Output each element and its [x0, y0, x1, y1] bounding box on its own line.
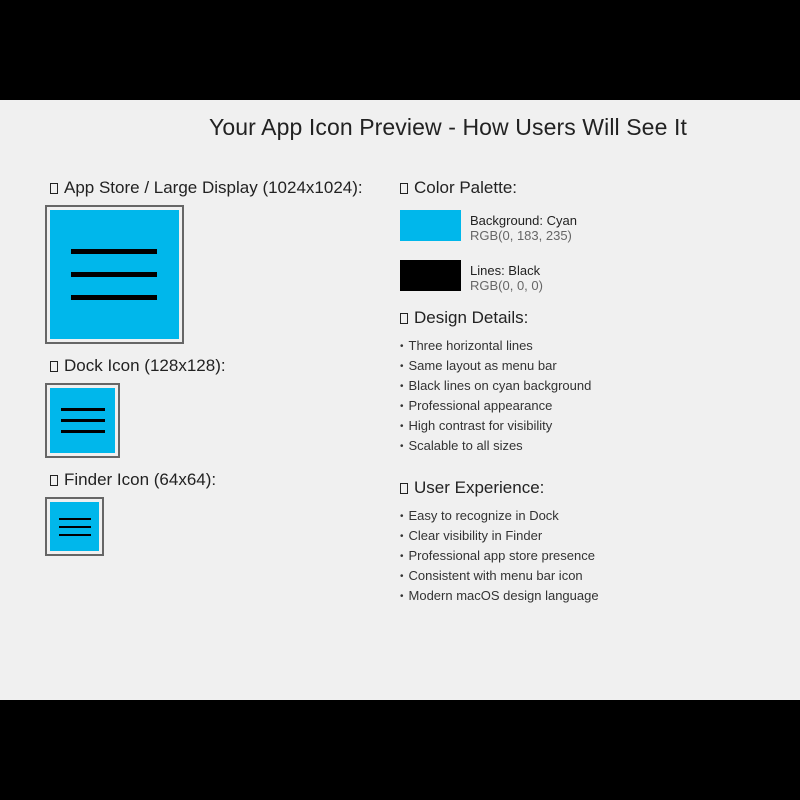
placeholder-glyph-icon	[400, 483, 408, 494]
icon-line	[59, 534, 91, 536]
placeholder-glyph-icon	[400, 183, 408, 194]
list-item: Three horizontal lines	[400, 336, 591, 356]
black-swatch-rgb: RGB(0, 0, 0)	[470, 278, 543, 293]
color-palette-heading: Color Palette:	[400, 178, 517, 198]
dock-preview-heading-text: Dock Icon (128x128):	[64, 356, 226, 375]
list-item: High contrast for visibility	[400, 416, 591, 436]
finder-icon-preview	[45, 497, 104, 556]
large-icon-preview	[45, 205, 184, 344]
list-item: Black lines on cyan background	[400, 376, 592, 396]
placeholder-glyph-icon	[50, 183, 58, 194]
design-details-heading-text: Design Details:	[414, 308, 529, 327]
icon-line	[71, 272, 157, 277]
icon-line	[59, 518, 91, 520]
list-item: Consistent with menu bar icon	[400, 566, 599, 586]
placeholder-glyph-icon	[400, 313, 408, 324]
preview-panel: Your App Icon Preview - How Users Will S…	[0, 100, 800, 700]
list-item: Professional appearance	[400, 396, 591, 416]
placeholder-glyph-icon	[50, 361, 58, 372]
icon-line	[71, 249, 157, 254]
list-item: Scalable to all sizes	[400, 436, 591, 456]
list-item: Clear visibility in Finder	[400, 526, 599, 546]
list-item: Modern macOS design language	[400, 586, 599, 606]
cyan-swatch-rgb: RGB(0, 183, 235)	[470, 228, 572, 243]
list-item: Professional app store presence	[400, 546, 599, 566]
app-icon-large	[50, 210, 179, 339]
dock-icon-preview	[45, 383, 120, 458]
list-item: Easy to recognize in Dock	[400, 506, 599, 526]
finder-preview-heading: Finder Icon (64x64):	[50, 470, 216, 490]
app-icon-dock	[50, 388, 115, 453]
design-details-heading: Design Details:	[400, 308, 528, 328]
icon-line	[59, 526, 91, 528]
icon-line	[61, 408, 105, 411]
cyan-swatch-label: Background: Cyan	[470, 213, 577, 228]
dock-preview-heading: Dock Icon (128x128):	[50, 356, 226, 376]
design-details-list: Three horizontal lines Same layout as me…	[400, 336, 592, 456]
black-swatch	[400, 260, 461, 291]
user-experience-list: Easy to recognize in Dock Clear visibili…	[400, 506, 599, 606]
user-experience-heading: User Experience:	[400, 478, 544, 498]
black-swatch-label: Lines: Black	[470, 263, 541, 278]
list-item: Same layout as menu bar	[400, 356, 591, 376]
page-title: Your App Icon Preview - How Users Will S…	[209, 114, 687, 140]
large-preview-heading: App Store / Large Display (1024x1024):	[50, 178, 363, 198]
finder-preview-heading-text: Finder Icon (64x64):	[64, 470, 217, 489]
icon-line	[61, 430, 105, 433]
app-icon-finder	[50, 502, 99, 551]
large-preview-heading-text: App Store / Large Display (1024x1024):	[64, 178, 363, 197]
color-palette-heading-text: Color Palette:	[414, 178, 517, 197]
icon-line	[71, 295, 157, 300]
placeholder-glyph-icon	[50, 475, 58, 486]
user-experience-heading-text: User Experience:	[414, 478, 545, 497]
cyan-swatch	[400, 210, 461, 241]
icon-line	[61, 419, 105, 422]
